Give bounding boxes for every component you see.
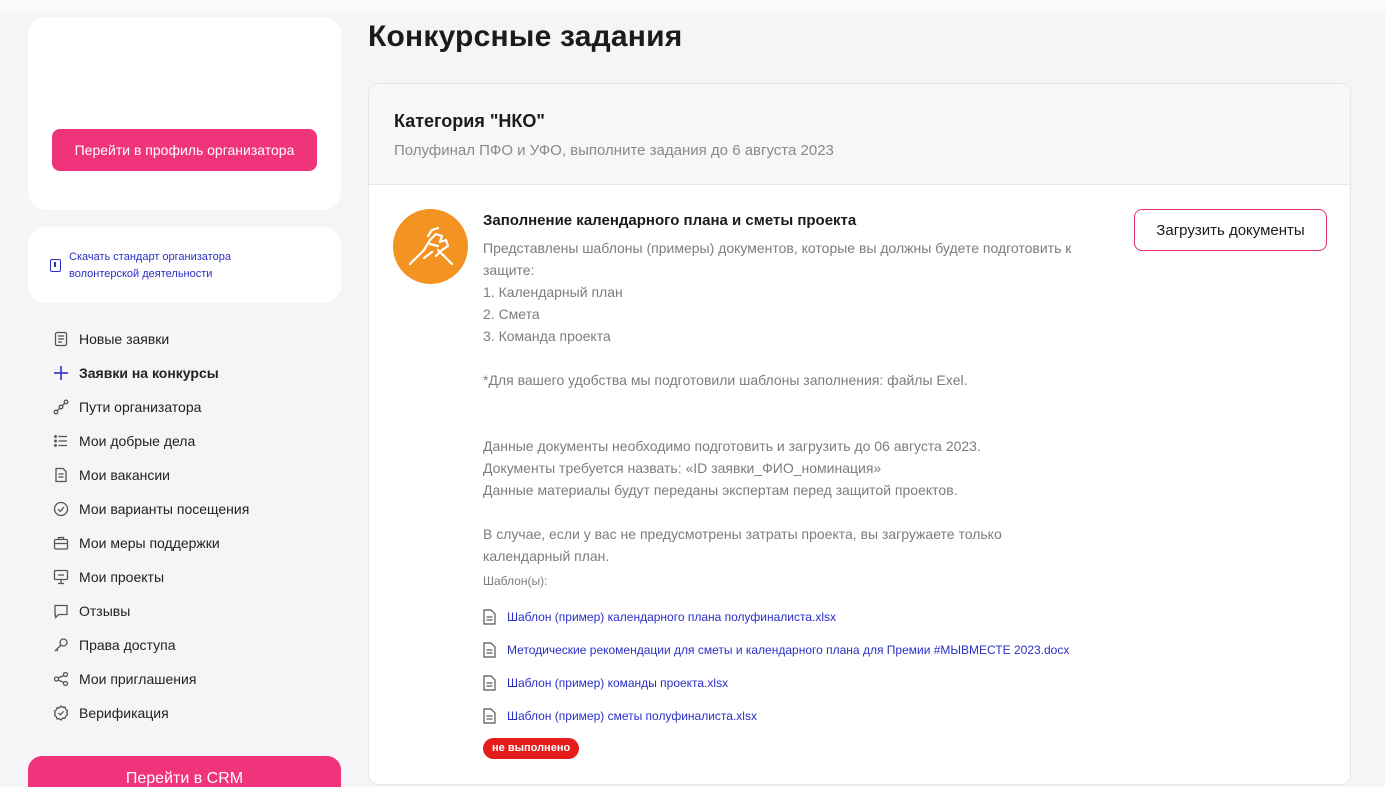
description-line: *Для вашего удобства мы подготовили шабл…: [483, 372, 968, 388]
sidebar-item-good-deeds[interactable]: Мои добрые дела: [52, 424, 342, 458]
description-line: [483, 347, 1123, 369]
template-link[interactable]: Шаблон (пример) календарного плана полуф…: [507, 610, 836, 624]
check-circle-icon: [52, 501, 69, 518]
description-line: В случае, если у вас не предусмотрены за…: [483, 526, 1002, 542]
briefcase-icon: [52, 535, 69, 552]
category-header: Категория "НКО" Полуфинал ПФО и УФО, вып…: [369, 84, 1350, 185]
file-icon: [483, 674, 496, 691]
templates-label: Шаблон(ы):: [483, 574, 548, 588]
sidebar-item-label: Мои меры поддержки: [79, 535, 220, 551]
sidebar-item-label: Мои приглашения: [79, 671, 197, 687]
description-line: календарный план.: [483, 548, 610, 564]
status-badge: не выполнено: [483, 738, 580, 759]
profile-button[interactable]: Перейти в профиль организатора: [52, 129, 317, 171]
template-file[interactable]: Шаблон (пример) календарного плана полуф…: [483, 600, 1123, 633]
description-line: Документы требуется назвать: «ID заявки_…: [483, 460, 882, 476]
description-line: [483, 391, 1123, 413]
sidebar-item-access-rights[interactable]: Права доступа: [52, 628, 342, 662]
sidebar-nav: Новые заявки Заявки на конкурсы Пути орг…: [52, 322, 342, 730]
handshake-logo-icon: [393, 209, 468, 284]
sidebar-item-visit-options[interactable]: Мои варианты посещения: [52, 492, 342, 526]
chat-icon: [52, 603, 69, 620]
description-line: защите:: [483, 262, 535, 278]
list-icon: [52, 433, 69, 450]
template-file[interactable]: Методические рекомендации для сметы и ка…: [483, 633, 1123, 666]
template-link[interactable]: Методические рекомендации для сметы и ка…: [507, 643, 1069, 657]
category-subtitle: Полуфинал ПФО и УФО, выполните задания д…: [394, 142, 834, 159]
contest-task-card: Категория "НКО" Полуфинал ПФО и УФО, вып…: [368, 83, 1351, 785]
sidebar-item-label: Отзывы: [79, 603, 131, 619]
task-title: Заполнение календарного плана и сметы пр…: [483, 212, 857, 229]
templates-list: Шаблон (пример) календарного плана полуф…: [483, 600, 1123, 732]
sidebar-item-vacancies[interactable]: Мои вакансии: [52, 458, 342, 492]
description-line: Представлены шаблоны (примеры) документо…: [483, 240, 1072, 256]
download-card: Скачать стандарт организатора волонтерск…: [28, 227, 341, 303]
top-band: [0, 0, 1385, 12]
file-icon: [483, 608, 496, 625]
sidebar-item-support-measures[interactable]: Мои меры поддержки: [52, 526, 342, 560]
sidebar-item-organizer-paths[interactable]: Пути организатора: [52, 390, 342, 424]
download-document-icon: [50, 259, 61, 272]
share-icon: [52, 671, 69, 688]
template-file[interactable]: Шаблон (пример) сметы полуфиналиста.xlsx: [483, 699, 1123, 732]
sidebar-item-label: Права доступа: [79, 637, 176, 653]
sidebar-item-label: Верификация: [79, 705, 169, 721]
sidebar-item-label: Мои проекты: [79, 569, 165, 585]
sidebar-item-contest-requests[interactable]: Заявки на конкурсы: [52, 356, 342, 390]
description-line: 1. Календарный план: [483, 284, 623, 300]
document-list-icon: [52, 331, 69, 348]
file-icon: [483, 641, 496, 658]
verified-icon: [52, 705, 69, 722]
template-link[interactable]: Шаблон (пример) сметы полуфиналиста.xlsx: [507, 709, 757, 723]
presentation-icon: [52, 569, 69, 586]
sidebar-item-label: Мои варианты посещения: [79, 501, 250, 517]
document-icon: [52, 467, 69, 484]
template-link[interactable]: Шаблон (пример) команды проекта.xlsx: [507, 676, 728, 690]
description-line: 3. Команда проекта: [483, 328, 611, 344]
plus-icon: [52, 365, 69, 382]
task-body: Заполнение календарного плана и сметы пр…: [483, 212, 1123, 759]
crm-button[interactable]: Перейти в CRM: [28, 756, 341, 787]
sidebar-item-reviews[interactable]: Отзывы: [52, 594, 342, 628]
page-title: Конкурсные задания: [368, 20, 683, 53]
category-title: Категория "НКО": [394, 111, 545, 131]
sidebar-item-label: Мои добрые дела: [79, 433, 196, 449]
file-icon: [483, 707, 496, 724]
sidebar-item-label: Пути организатора: [79, 399, 202, 415]
sidebar-item-projects[interactable]: Мои проекты: [52, 560, 342, 594]
task-description: Представлены шаблоны (примеры) документо…: [483, 237, 1123, 567]
template-file[interactable]: Шаблон (пример) команды проекта.xlsx: [483, 666, 1123, 699]
key-icon: [52, 637, 69, 654]
path-icon: [52, 399, 69, 416]
description-line: Данные документы необходимо подготовить …: [483, 438, 981, 454]
download-standard-link[interactable]: Скачать стандарт организатора волонтерск…: [69, 249, 299, 283]
description-line: 2. Смета: [483, 306, 540, 322]
description-line: [483, 413, 1123, 435]
sidebar-item-label: Заявки на конкурсы: [79, 365, 219, 381]
sidebar-item-invitations[interactable]: Мои приглашения: [52, 662, 342, 696]
sidebar-item-new-requests[interactable]: Новые заявки: [52, 322, 342, 356]
profile-card: Перейти в профиль организатора: [28, 17, 341, 210]
sidebar-item-verification[interactable]: Верификация: [52, 696, 342, 730]
upload-documents-button[interactable]: Загрузить документы: [1134, 209, 1327, 251]
sidebar-item-label: Мои вакансии: [79, 467, 170, 483]
sidebar-item-label: Новые заявки: [79, 331, 170, 347]
description-line: [483, 501, 1123, 523]
description-line: Данные материалы будут переданы эксперта…: [483, 482, 958, 498]
